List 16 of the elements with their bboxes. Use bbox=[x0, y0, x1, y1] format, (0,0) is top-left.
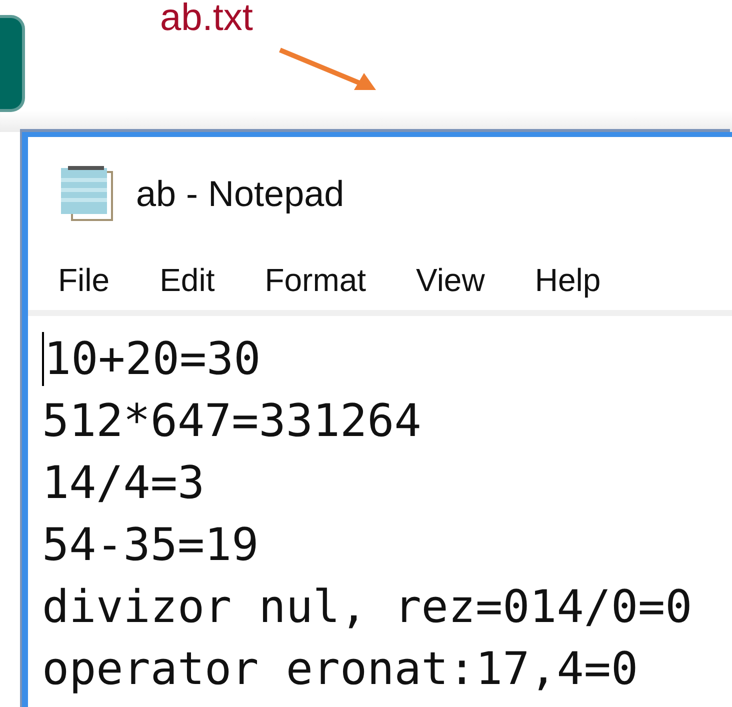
text-line: 10+20=30 bbox=[44, 331, 261, 387]
file-label: ab.txt bbox=[160, 0, 253, 40]
text-cursor bbox=[42, 332, 44, 386]
text-line: 512*647=331264 bbox=[42, 393, 422, 449]
text-line: 14/4=3 bbox=[42, 455, 205, 511]
text-line: divizor nul, rez=014/0=0 bbox=[42, 579, 692, 635]
notepad-icon bbox=[58, 166, 116, 222]
menu-item[interactable]: Format bbox=[250, 262, 380, 298]
menu-item[interactable]: Edit bbox=[146, 262, 229, 298]
window-title: ab - Notepad bbox=[136, 172, 344, 214]
arrow-icon bbox=[278, 46, 378, 92]
menu-item[interactable]: View bbox=[402, 262, 499, 298]
text-line: 54-35=19 bbox=[42, 517, 259, 573]
menu-item[interactable]: File bbox=[44, 262, 124, 298]
menu-item[interactable]: Help bbox=[520, 262, 615, 298]
text-line: operator eronat:17,4=0 bbox=[42, 641, 638, 697]
